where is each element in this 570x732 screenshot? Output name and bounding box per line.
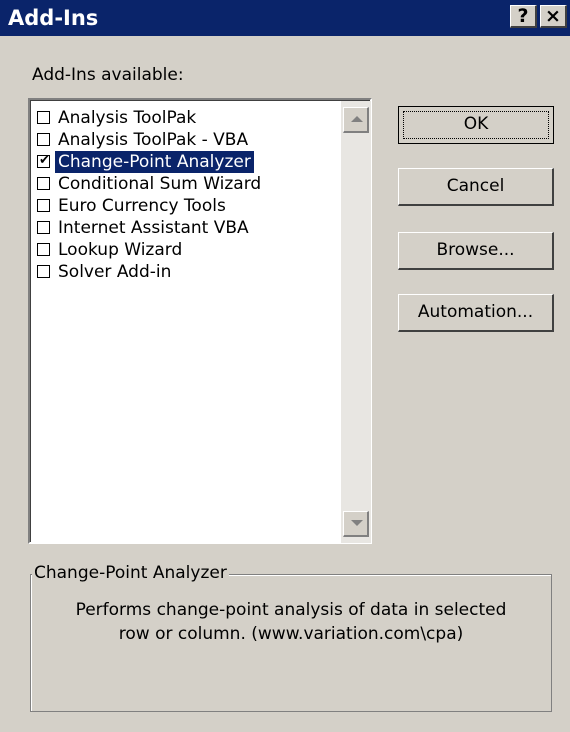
- focus-rect: [403, 111, 549, 139]
- checkbox[interactable]: [37, 265, 50, 278]
- help-button[interactable]: ?: [510, 5, 537, 28]
- close-button[interactable]: ×: [540, 5, 567, 28]
- list-item-label: Analysis ToolPak - VBA: [58, 130, 249, 150]
- window-title: Add-Ins: [8, 6, 99, 30]
- list-item-label: Euro Currency Tools: [58, 196, 226, 216]
- add-ins-available-label: Add-Ins available:: [32, 65, 184, 85]
- list-item-label: Internet Assistant VBA: [58, 218, 249, 238]
- browse-button[interactable]: Browse...: [398, 232, 554, 270]
- scroll-down-button[interactable]: [343, 511, 369, 537]
- vertical-scrollbar[interactable]: [341, 101, 371, 543]
- list-item-label: Conditional Sum Wizard: [58, 174, 262, 194]
- checkbox[interactable]: [37, 177, 50, 190]
- checkbox[interactable]: [37, 221, 50, 234]
- list-item-label: Lookup Wizard: [58, 240, 183, 260]
- scroll-up-button[interactable]: [343, 107, 369, 133]
- list-item-label: Change-Point Analyzer: [55, 151, 254, 173]
- arrow-down-icon: [351, 520, 363, 526]
- checkbox[interactable]: [37, 133, 50, 146]
- title-bar: Add-Ins ? ×: [0, 0, 570, 36]
- description-text: Performs change-point analysis of data i…: [75, 600, 507, 644]
- checkbox-checked[interactable]: ✔: [37, 153, 50, 168]
- cancel-button[interactable]: Cancel: [398, 168, 554, 206]
- list-item-label: Analysis ToolPak: [58, 108, 197, 128]
- checkbox[interactable]: [37, 199, 50, 212]
- checkmark-icon: ✔: [39, 153, 50, 168]
- checkbox[interactable]: [37, 111, 50, 124]
- checkbox[interactable]: [37, 243, 50, 256]
- description-title: Change-Point Analyzer: [32, 562, 229, 584]
- list-item-label: Solver Add-in: [58, 262, 172, 282]
- ok-button[interactable]: OK: [398, 106, 554, 144]
- arrow-up-icon: [351, 116, 363, 122]
- add-ins-listbox[interactable]: Analysis ToolPak Analysis ToolPak - VBA …: [28, 98, 372, 544]
- automation-button[interactable]: Automation...: [398, 294, 554, 332]
